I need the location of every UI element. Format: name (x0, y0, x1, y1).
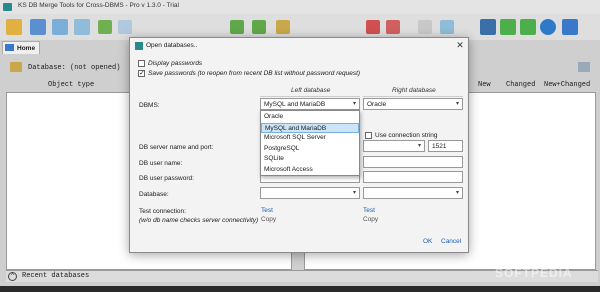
user-label: DB user name: (139, 160, 183, 167)
dropdown-arrow-icon: ▾ (417, 143, 421, 149)
test-connection-note: (w/o db name checks server connectivity) (139, 217, 259, 224)
open-database-icon[interactable] (30, 19, 46, 35)
cancel-button[interactable]: Cancel (441, 238, 461, 245)
home-icon (5, 44, 14, 51)
display-passwords-checkbox[interactable] (138, 60, 145, 67)
right-copy-link[interactable]: Copy (363, 216, 378, 223)
use-connection-string-label: Use connection string (375, 132, 438, 139)
move-up-icon[interactable] (230, 20, 244, 34)
dbms-label: DBMS: (139, 102, 160, 109)
dbms-option[interactable]: SQLite (261, 154, 359, 164)
tab-home-label: Home (17, 45, 36, 52)
right-dbms-select[interactable]: Oracle ▾ (363, 98, 463, 110)
left-database-select[interactable]: ▾ (260, 187, 360, 199)
dialog-app-icon (135, 42, 143, 50)
dbms-option[interactable]: Oracle (261, 112, 359, 122)
right-database-icon[interactable] (578, 62, 590, 72)
layout-icon[interactable] (500, 19, 516, 35)
dbms-option[interactable]: Microsoft Access (261, 165, 359, 175)
dropdown-arrow-icon: ▾ (352, 101, 356, 107)
taskbar-strip (0, 286, 600, 292)
save-passwords-checkbox[interactable] (138, 69, 145, 77)
compare-icon[interactable] (52, 19, 68, 35)
left-header-divider (260, 96, 360, 97)
filter-clear-icon[interactable] (386, 20, 400, 34)
left-dbms-select[interactable]: MySQL and MariaDB ▾ (260, 98, 360, 110)
recent-databases-label: Recent databases (22, 272, 90, 280)
database-label: Database: (139, 191, 169, 198)
dbms-dropdown-list[interactable]: Oracle MySQL and MariaDB Microsoft SQL Ser… (260, 110, 360, 176)
window-titlebar: KS DB Merge Tools for Cross-DBMS - Pro v… (0, 0, 600, 14)
right-port-value: 1521 (432, 143, 447, 150)
dropdown-arrow-icon: ▾ (352, 190, 356, 196)
tab-home[interactable]: Home (2, 41, 40, 54)
filter-icon[interactable] (366, 20, 380, 34)
dbms-option[interactable]: Microsoft SQL Server (261, 133, 359, 143)
save-passwords-label: Save passwords (to reopen from recent DB… (148, 70, 361, 77)
server-label: DB server name and port: (139, 144, 214, 151)
database-status: Database: (not opened) (28, 64, 121, 72)
test-connection-label: Test connection: (139, 208, 186, 215)
document-icon[interactable] (418, 20, 432, 34)
settings-icon[interactable] (480, 19, 496, 35)
column-changed[interactable]: Changed (506, 80, 535, 92)
collapse-icon[interactable]: ^ (8, 272, 17, 281)
help-icon[interactable] (540, 19, 556, 35)
open-folder-icon[interactable] (6, 19, 22, 35)
database-icon (10, 62, 22, 72)
open-databases-dialog: Open databases.. ✕ Display passwords Sav… (129, 37, 469, 253)
password-label: DB user password: (139, 175, 194, 182)
left-test-link[interactable]: Test (261, 207, 273, 214)
right-password-input[interactable] (363, 171, 463, 183)
right-database-header: Right database (392, 87, 436, 94)
dialog-titlebar: Open databases.. ✕ (130, 38, 468, 54)
left-copy-link[interactable]: Copy (261, 216, 276, 223)
left-dbms-value: MySQL and MariaDB (264, 101, 326, 108)
column-new-changed[interactable]: New+Changed (544, 80, 590, 92)
ok-button[interactable]: OK (423, 238, 432, 245)
window-title: KS DB Merge Tools for Cross-DBMS - Pro v… (18, 2, 179, 9)
right-database-select[interactable]: ▾ (363, 187, 463, 199)
column-object-type[interactable]: Object type (48, 80, 94, 92)
dialog-title: Open databases.. (146, 42, 198, 49)
sync-icon[interactable] (276, 20, 290, 34)
dropdown-arrow-icon: ▾ (455, 101, 459, 107)
about-icon[interactable] (562, 19, 578, 35)
export-icon[interactable] (440, 20, 454, 34)
right-server-select[interactable]: ▾ (363, 140, 425, 152)
use-connection-string-checkbox[interactable] (365, 132, 372, 139)
left-database-header: Left database (291, 87, 331, 94)
column-new[interactable]: New (478, 80, 491, 92)
right-header-divider (363, 96, 463, 97)
right-user-input[interactable] (363, 156, 463, 168)
dbms-option[interactable]: MySQL and MariaDB (261, 122, 359, 133)
watermark: SOFTPEDIA (495, 266, 573, 280)
dropdown-arrow-icon: ▾ (455, 190, 459, 196)
app-icon (3, 3, 12, 11)
move-down-icon[interactable] (252, 20, 266, 34)
right-test-link[interactable]: Test (363, 207, 375, 214)
close-icon[interactable]: ✕ (455, 40, 465, 50)
table-icon[interactable] (74, 19, 90, 35)
right-port-input[interactable]: 1521 (428, 140, 463, 152)
grid-icon[interactable] (520, 19, 536, 35)
dbms-option[interactable]: PostgreSQL (261, 144, 359, 154)
refresh-icon[interactable] (98, 20, 112, 34)
display-passwords-label: Display passwords (148, 60, 203, 67)
view-icon[interactable] (118, 20, 132, 34)
right-dbms-value: Oracle (367, 101, 387, 108)
